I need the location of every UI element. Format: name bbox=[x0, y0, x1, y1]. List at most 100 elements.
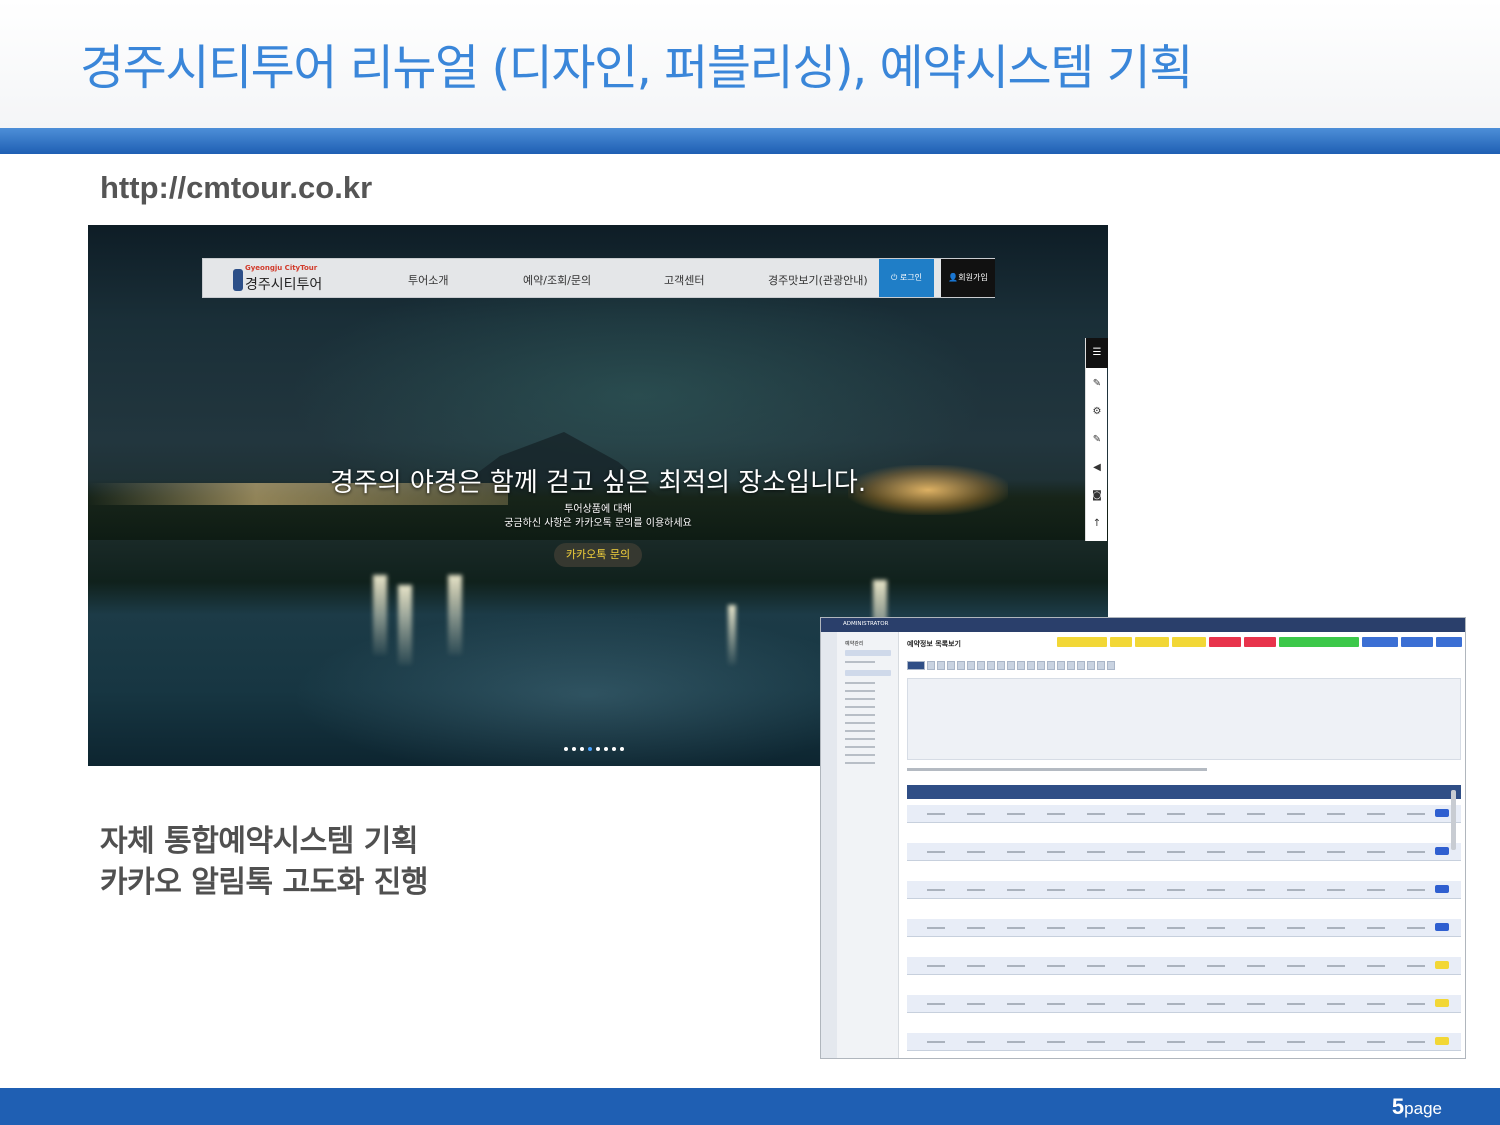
admin-filter-tab[interactable] bbox=[1087, 661, 1095, 670]
admin-action-button[interactable] bbox=[1110, 637, 1132, 647]
edit-icon[interactable]: ✎ bbox=[1086, 430, 1108, 450]
login-button[interactable]: ⏻ 로그인 bbox=[879, 259, 934, 297]
admin-sidebar-item[interactable] bbox=[845, 682, 875, 684]
slider-dot[interactable] bbox=[596, 747, 600, 751]
admin-filter-tab[interactable] bbox=[1077, 661, 1085, 670]
admin-filter-tab[interactable] bbox=[957, 661, 965, 670]
admin-action-button[interactable] bbox=[1172, 637, 1206, 647]
quick-menu-toggle[interactable]: ☰ bbox=[1086, 338, 1108, 368]
slider-dot[interactable] bbox=[572, 747, 576, 751]
admin-filter-tab[interactable] bbox=[937, 661, 945, 670]
admin-sidebar-item[interactable] bbox=[845, 730, 875, 732]
slider-dot[interactable] bbox=[580, 747, 584, 751]
admin-sidebar-item[interactable] bbox=[845, 670, 891, 676]
admin-sidebar-item[interactable] bbox=[845, 762, 875, 764]
admin-filter-tab[interactable] bbox=[1007, 661, 1015, 670]
admin-filter-tab[interactable] bbox=[1037, 661, 1045, 670]
settings-icon[interactable]: ⚙ bbox=[1086, 402, 1108, 422]
admin-scrollbar[interactable] bbox=[1451, 790, 1456, 850]
admin-filter-tab[interactable] bbox=[927, 661, 935, 670]
table-header bbox=[907, 785, 1461, 799]
admin-action-button[interactable] bbox=[1279, 637, 1359, 647]
table-row[interactable] bbox=[907, 843, 1461, 861]
signup-button[interactable]: 👤회원가입 bbox=[941, 259, 995, 297]
admin-action-button[interactable] bbox=[1436, 637, 1462, 647]
nav-item-customer-center[interactable]: 고객센터 bbox=[664, 272, 704, 288]
slider-indicator[interactable] bbox=[564, 747, 634, 753]
status-badge[interactable] bbox=[1435, 885, 1449, 893]
admin-action-button[interactable] bbox=[1401, 637, 1433, 647]
table-row-cells bbox=[927, 965, 1427, 967]
admin-action-button[interactable] bbox=[1244, 637, 1276, 647]
admin-filter-tab[interactable] bbox=[1107, 661, 1115, 670]
admin-action-button[interactable] bbox=[1057, 637, 1107, 647]
admin-filter-tab[interactable] bbox=[907, 661, 925, 670]
logo-mark-icon bbox=[233, 269, 243, 291]
admin-sidebar-item[interactable] bbox=[845, 650, 891, 656]
admin-sidebar-item[interactable] bbox=[845, 698, 875, 700]
arrow-up-icon[interactable]: ↑ bbox=[1086, 514, 1108, 534]
table-row[interactable] bbox=[907, 995, 1461, 1013]
slide-header: 경주시티투어 리뉴얼 (디자인, 퍼블리싱), 예약시스템 기획 bbox=[0, 0, 1500, 128]
table-row-cells bbox=[927, 889, 1427, 891]
status-badge[interactable] bbox=[1435, 961, 1449, 969]
admin-sidebar-item[interactable] bbox=[845, 746, 875, 748]
kakao-inquiry-button[interactable]: 카카오톡 문의 bbox=[554, 543, 642, 567]
admin-filter-tab[interactable] bbox=[1057, 661, 1065, 670]
slider-dot[interactable] bbox=[604, 747, 608, 751]
slider-dot[interactable] bbox=[612, 747, 616, 751]
hero-subtext-2: 궁금하신 사항은 카카오톡 문의를 이용하세요 bbox=[504, 518, 692, 529]
nav-item-tourism-info[interactable]: 경주맛보기(관광안내) bbox=[768, 272, 868, 288]
admin-filter-tab[interactable] bbox=[1047, 661, 1055, 670]
admin-action-button[interactable] bbox=[1209, 637, 1241, 647]
admin-filter-tab[interactable] bbox=[1067, 661, 1075, 670]
user-icon: 👤 bbox=[948, 273, 959, 282]
status-badge[interactable] bbox=[1435, 999, 1449, 1007]
admin-filter-tab[interactable] bbox=[987, 661, 995, 670]
admin-sidebar-item[interactable] bbox=[845, 690, 875, 692]
admin-sidebar-item[interactable] bbox=[845, 754, 875, 756]
admin-filter-tab[interactable] bbox=[967, 661, 975, 670]
table-row-cells bbox=[927, 1003, 1427, 1005]
table-row[interactable] bbox=[907, 805, 1461, 823]
table-row-cells bbox=[927, 927, 1427, 929]
admin-sidebar-item[interactable] bbox=[845, 722, 875, 724]
status-badge[interactable] bbox=[1435, 809, 1449, 817]
site-navbar: Gyeongju CityTour 경주시티투어 투어소개 예약/조회/문의 고… bbox=[202, 258, 995, 298]
admin-sidebar-item[interactable] bbox=[845, 706, 875, 708]
admin-sidebar-item[interactable] bbox=[845, 714, 875, 716]
speaker-icon[interactable]: ◀ bbox=[1086, 458, 1108, 478]
admin-filter-tab[interactable] bbox=[947, 661, 955, 670]
admin-filter-tab[interactable] bbox=[1097, 661, 1105, 670]
table-row[interactable] bbox=[907, 881, 1461, 899]
edit-icon[interactable]: ✎ bbox=[1086, 374, 1108, 394]
table-row[interactable] bbox=[907, 1033, 1461, 1051]
admin-brand: ADMINISTRATOR bbox=[843, 621, 889, 627]
admin-filter-tab[interactable] bbox=[1027, 661, 1035, 670]
admin-sidebar-item[interactable] bbox=[845, 661, 875, 663]
table-row[interactable] bbox=[907, 957, 1461, 975]
site-logo[interactable]: Gyeongju CityTour 경주시티투어 bbox=[233, 263, 333, 295]
footer-bar: 5page bbox=[0, 1088, 1500, 1125]
admin-action-button[interactable] bbox=[1362, 637, 1398, 647]
nav-item-reservation[interactable]: 예약/조회/문의 bbox=[523, 272, 591, 288]
admin-sidebar-item[interactable] bbox=[845, 738, 875, 740]
admin-action-button[interactable] bbox=[1135, 637, 1169, 647]
table-row[interactable] bbox=[907, 919, 1461, 937]
status-badge[interactable] bbox=[1435, 1037, 1449, 1045]
admin-filter-tab[interactable] bbox=[1017, 661, 1025, 670]
admin-filter-tab[interactable] bbox=[977, 661, 985, 670]
camera-icon[interactable]: ◙ bbox=[1086, 486, 1108, 506]
page-number-value: 5 bbox=[1391, 1094, 1405, 1119]
admin-filter-tab[interactable] bbox=[997, 661, 1005, 670]
admin-sidebar-title: 예약관리 bbox=[845, 641, 864, 647]
status-badge[interactable] bbox=[1435, 923, 1449, 931]
slider-dot-active[interactable] bbox=[588, 747, 592, 751]
slider-dot[interactable] bbox=[620, 747, 624, 751]
nav-item-tour-intro[interactable]: 투어소개 bbox=[408, 272, 448, 288]
slide-title: 경주시티투어 리뉴얼 (디자인, 퍼블리싱), 예약시스템 기획 bbox=[80, 40, 1193, 96]
slider-dot[interactable] bbox=[564, 747, 568, 751]
table-row-cells bbox=[927, 813, 1427, 815]
admin-search-panel bbox=[907, 678, 1461, 760]
status-badge[interactable] bbox=[1435, 847, 1449, 855]
